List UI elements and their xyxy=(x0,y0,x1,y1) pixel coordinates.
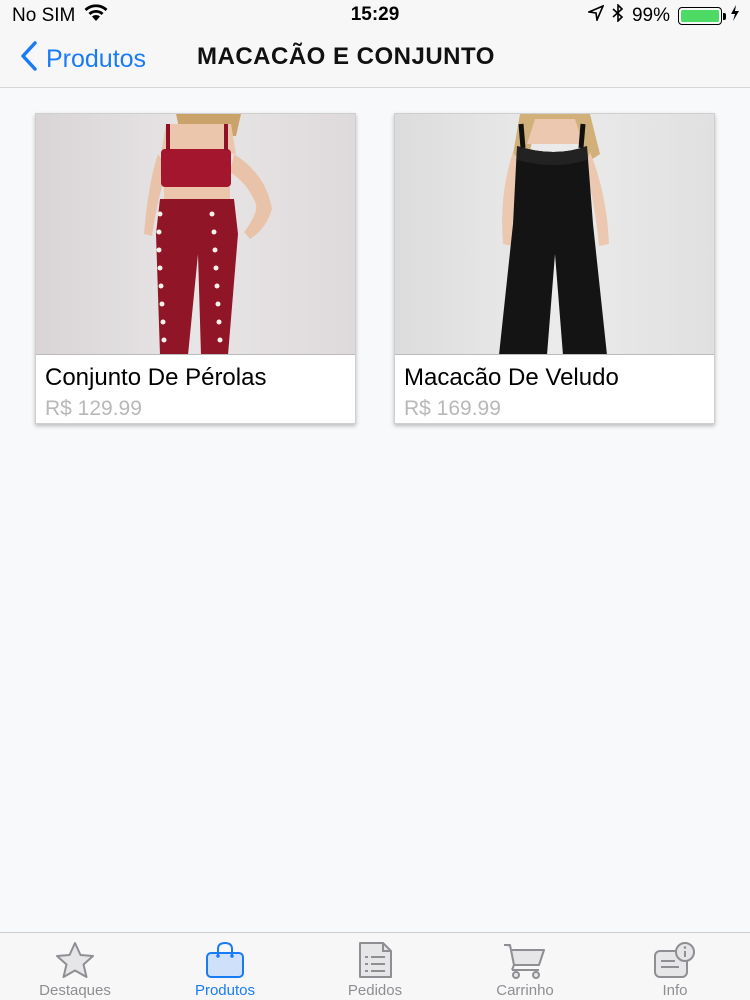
info-icon xyxy=(651,941,699,984)
tab-label: Destaques xyxy=(39,982,111,999)
tab-carrinho[interactable]: Carrinho xyxy=(450,933,600,1000)
location-arrow-icon xyxy=(586,4,605,27)
product-image xyxy=(36,114,355,355)
charging-bolt-icon xyxy=(730,5,740,27)
red-pearl-set-photo xyxy=(36,114,355,354)
tab-info[interactable]: Info xyxy=(600,933,750,1000)
status-bar: No SIM 15:29 99% xyxy=(0,0,750,30)
navigation-bar: Produtos MACACÃO E CONJUNTO xyxy=(0,30,750,88)
shopping-bag-icon xyxy=(201,941,249,984)
tab-label: Produtos xyxy=(194,982,256,999)
battery-level xyxy=(681,10,719,22)
star-icon xyxy=(51,941,99,984)
product-price: R$ 169.99 xyxy=(404,397,501,420)
battery-icon xyxy=(678,7,726,25)
black-velvet-jumpsuit-photo xyxy=(395,114,714,354)
back-button[interactable]: Produtos xyxy=(20,40,146,78)
tab-label: Info xyxy=(662,982,688,999)
tab-pedidos[interactable]: Pedidos xyxy=(300,933,450,1000)
product-grid: Conjunto De Pérolas R$ 129.99 Macacão De… xyxy=(35,113,725,433)
back-button-label: Produtos xyxy=(46,44,147,73)
product-price: R$ 129.99 xyxy=(45,397,142,420)
product-name: Macacão De Veludo xyxy=(404,364,619,391)
product-image xyxy=(395,114,714,355)
tab-label: Pedidos xyxy=(347,982,403,999)
page-title: MACACÃO E CONJUNTO xyxy=(197,43,495,70)
product-card[interactable]: Conjunto De Pérolas R$ 129.99 xyxy=(35,113,356,424)
bluetooth-icon xyxy=(612,3,624,28)
status-right: 99% xyxy=(586,3,740,28)
tab-label: Carrinho xyxy=(496,982,554,999)
tab-bar: Destaques Produtos Pedidos Carrinho Info xyxy=(0,932,750,1000)
cart-icon xyxy=(501,941,549,984)
chevron-left-icon xyxy=(20,40,38,79)
document-list-icon xyxy=(351,941,399,984)
product-name: Conjunto De Pérolas xyxy=(45,364,267,391)
battery-percent: 99% xyxy=(631,5,670,26)
tab-destaques[interactable]: Destaques xyxy=(0,933,150,1000)
tab-produtos[interactable]: Produtos xyxy=(150,933,300,1000)
product-card[interactable]: Macacão De Veludo R$ 169.99 xyxy=(394,113,715,424)
